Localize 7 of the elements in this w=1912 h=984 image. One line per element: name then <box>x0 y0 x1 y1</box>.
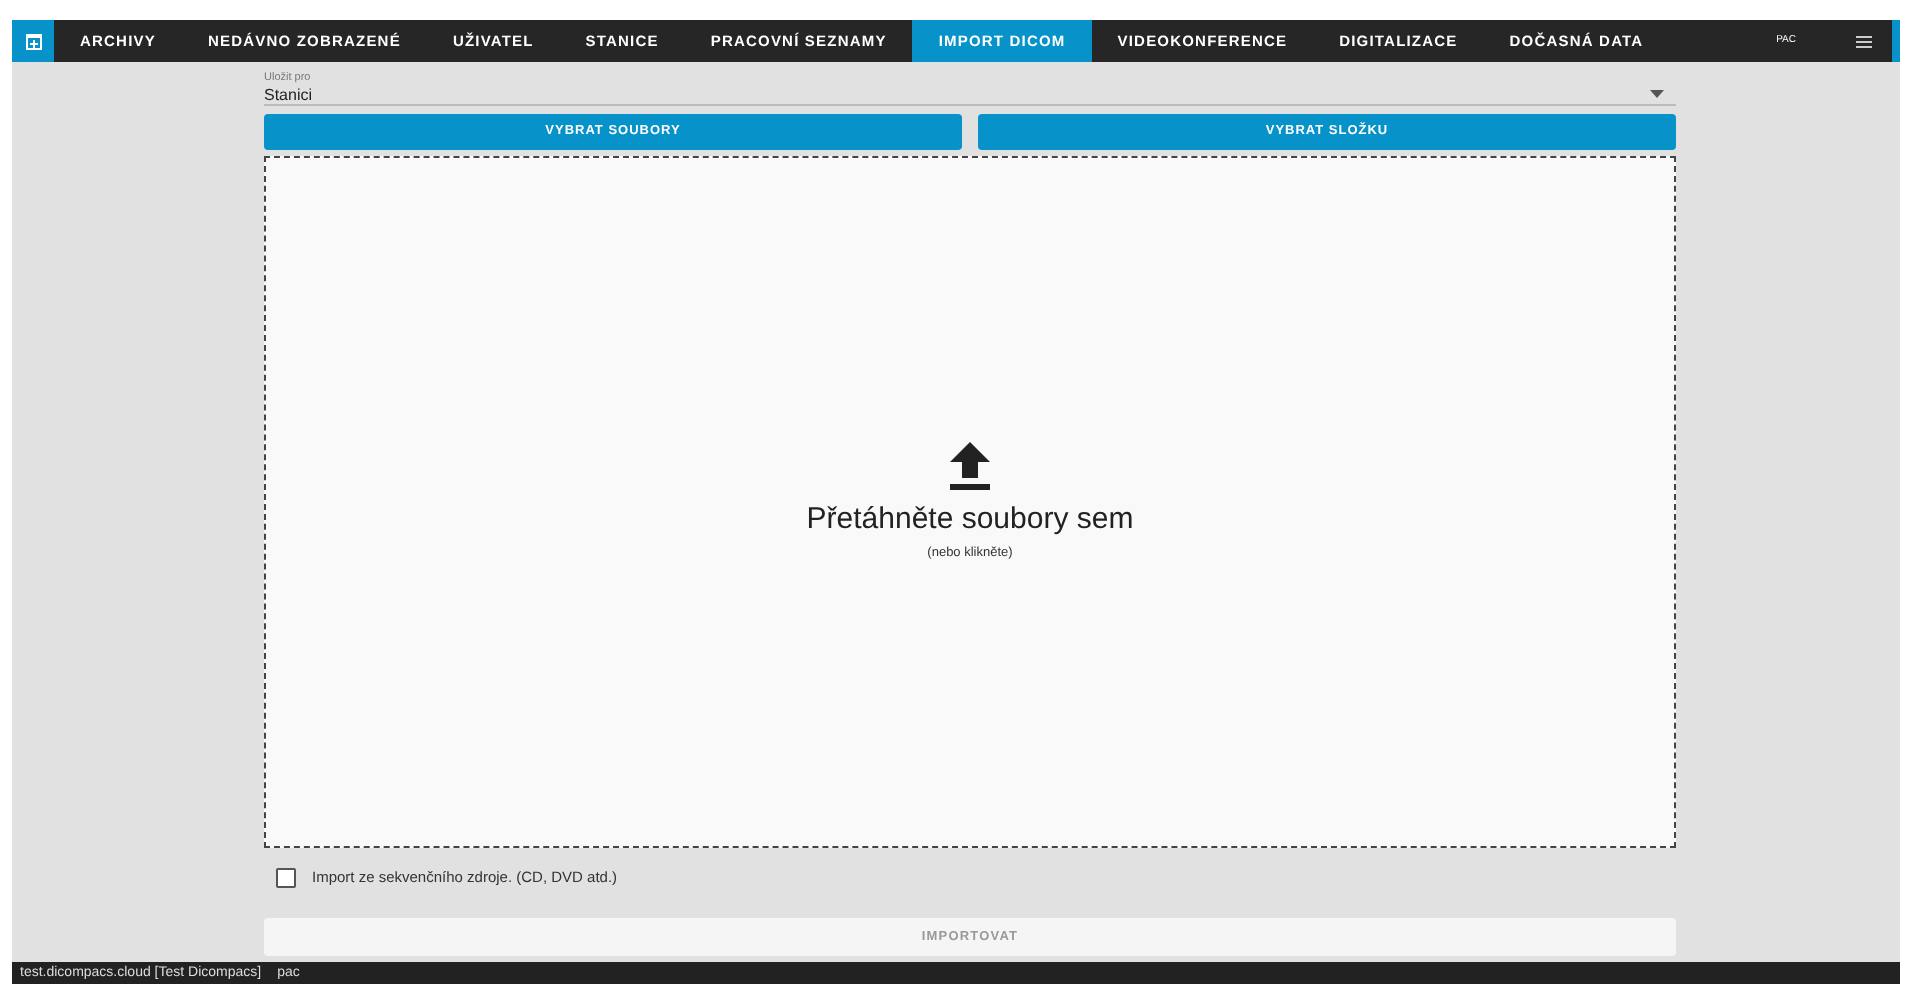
dropdown-caret-icon <box>1650 90 1664 99</box>
select-value: Stanici <box>264 85 313 105</box>
upload-icon <box>950 442 990 491</box>
drop-title: Přetáhněte soubory sem <box>806 500 1134 541</box>
menu-icon[interactable] <box>1856 35 1872 47</box>
checkbox[interactable] <box>276 868 296 888</box>
app-icon[interactable] <box>12 20 54 62</box>
